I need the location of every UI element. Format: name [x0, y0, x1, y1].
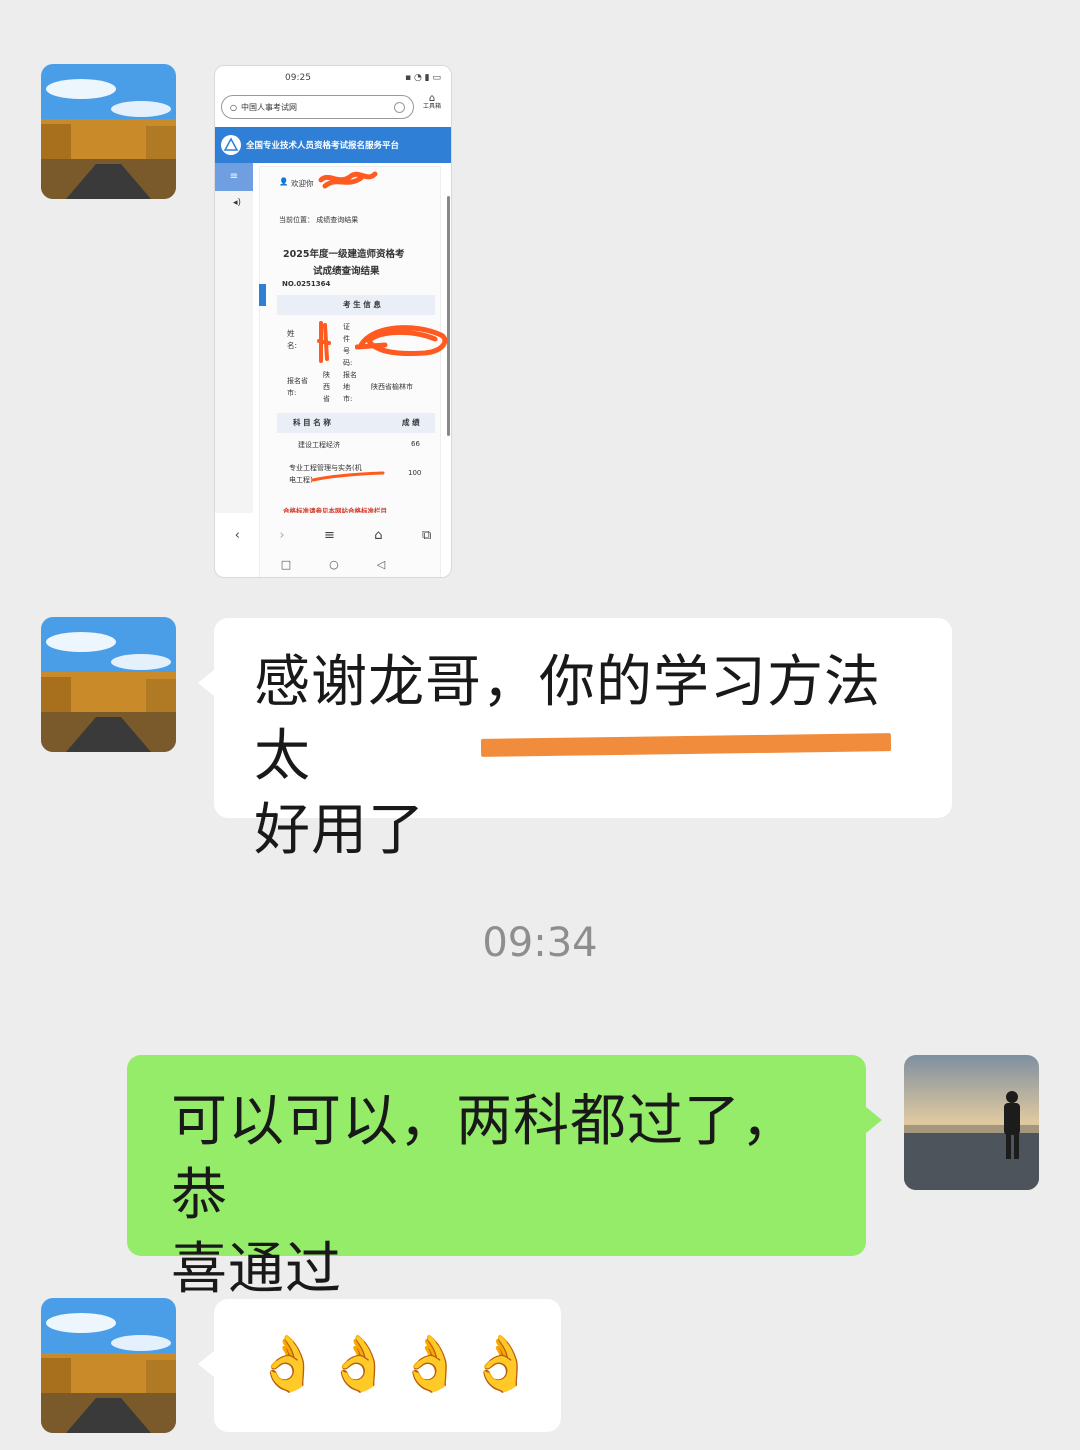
road-landscape-avatar-image — [41, 617, 176, 752]
name-redaction — [317, 321, 331, 363]
menu-lines-icon[interactable]: ≡ — [324, 528, 335, 543]
message-text-line2: 喜通过 — [171, 1237, 342, 1302]
road-landscape-avatar-image — [41, 64, 176, 199]
subject-name: 建设工程经济 — [298, 441, 340, 449]
result-number: NO.0251364 — [282, 280, 331, 288]
road-landscape-avatar-image — [41, 1298, 176, 1433]
phone-status-bar: 09:25 ▪ ◔ ▮ ▭ — [215, 66, 451, 90]
footer-note: 合格标准请参见本网站合格标准栏目 — [283, 507, 387, 513]
menu-icon[interactable]: ≡ — [215, 163, 253, 191]
speaker-icon: ◂) — [233, 198, 242, 208]
incoming-emoji-bubble[interactable]: 👌👌👌👌 — [198, 1299, 561, 1432]
province-value: 陕西省 — [323, 371, 330, 403]
message-text-line1: 感谢龙哥，你的学习方法太 — [254, 650, 881, 789]
bubble-tail — [198, 1351, 214, 1377]
contact-avatar[interactable] — [41, 64, 176, 199]
section-title: 考 生 信 息 — [343, 300, 381, 309]
outgoing-message-bubble[interactable]: 可以可以，两科都过了，恭 喜通过 — [127, 1055, 882, 1302]
user-icon: 👤 — [279, 177, 289, 186]
province-label: 报名省市: — [287, 377, 308, 397]
toolbox-icon: ⌂ — [428, 93, 436, 104]
back-icon[interactable]: ‹ — [235, 528, 240, 543]
city-value: 陕西省榆林市 — [371, 383, 413, 391]
toolbox-label: 工具箱 — [422, 103, 441, 110]
score-screenshot-image[interactable]: 09:25 ▪ ◔ ▮ ▭ ○ 中国人事考试网 ⌂ 工具箱 全国专业技术人员资格… — [214, 65, 452, 578]
refresh-icon — [394, 102, 405, 113]
status-time: 09:25 — [285, 73, 311, 83]
status-icons: ▪ ◔ ▮ ▭ — [405, 73, 441, 83]
result-title-line1: 2025年度一级建造师资格考 — [283, 249, 405, 260]
beach-silhouette-avatar-image — [904, 1055, 1039, 1190]
search-input[interactable]: ○ 中国人事考试网 — [221, 95, 414, 119]
chat-timestamp: 09:34 — [482, 920, 598, 966]
home-circle-icon[interactable]: ○ — [329, 558, 339, 571]
breadcrumb: 当前位置： 成绩查询结果 — [279, 216, 359, 224]
search-text: 中国人事考试网 — [240, 102, 297, 112]
side-strip — [215, 163, 253, 513]
subject-score: 66 — [411, 440, 420, 448]
bubble-tail — [866, 1107, 882, 1133]
site-banner: 全国专业技术人员资格考试报名服务平台 — [215, 127, 451, 163]
search-icon: ○ — [230, 102, 237, 112]
redaction-scribble — [318, 171, 378, 189]
system-back-icon[interactable]: ◁ — [377, 558, 385, 571]
name-label: 姓名: — [287, 329, 298, 350]
home-icon[interactable]: ⌂ — [374, 528, 382, 543]
recents-icon[interactable]: □ — [281, 558, 291, 571]
scrollbar[interactable] — [447, 196, 450, 436]
message-text-line1: 可以可以，两科都过了，恭 — [171, 1089, 798, 1228]
collapse-tab[interactable] — [259, 284, 266, 306]
tabs-icon[interactable]: ⧉ — [422, 528, 431, 543]
subject-score: 100 — [408, 469, 422, 477]
bubble-tail — [198, 670, 214, 696]
id-label: 证件号码: — [343, 323, 353, 367]
toolbox-button[interactable]: ⌂ 工具箱 — [419, 93, 445, 111]
incoming-message-bubble[interactable]: 感谢龙哥，你的学习方法太 好用了 — [198, 618, 952, 863]
welcome-text: 欢迎你 — [291, 179, 314, 188]
contact-avatar[interactable] — [41, 1298, 176, 1433]
system-nav: □ ○ ◁ — [215, 553, 451, 575]
underline-scribble — [311, 471, 385, 482]
id-redaction — [355, 325, 448, 356]
site-logo-icon — [221, 135, 241, 155]
subject-header: 科 目 名 称 — [293, 418, 331, 427]
score-header: 成 绩 — [402, 418, 420, 427]
banner-title: 全国专业技术人员资格考试报名服务平台 — [246, 141, 400, 151]
message-text-line2: 好用了 — [254, 798, 425, 863]
result-title-line2: 试成绩查询结果 — [313, 266, 380, 277]
city-label: 报名地市: — [343, 371, 357, 403]
forward-icon[interactable]: › — [279, 528, 284, 543]
ok-hand-emoji-row: 👌👌👌👌 — [254, 1332, 539, 1395]
contact-avatar[interactable] — [41, 617, 176, 752]
self-avatar[interactable] — [904, 1055, 1039, 1190]
browser-bottom-nav: ‹ › ≡ ⌂ ⧉ — [215, 521, 451, 549]
